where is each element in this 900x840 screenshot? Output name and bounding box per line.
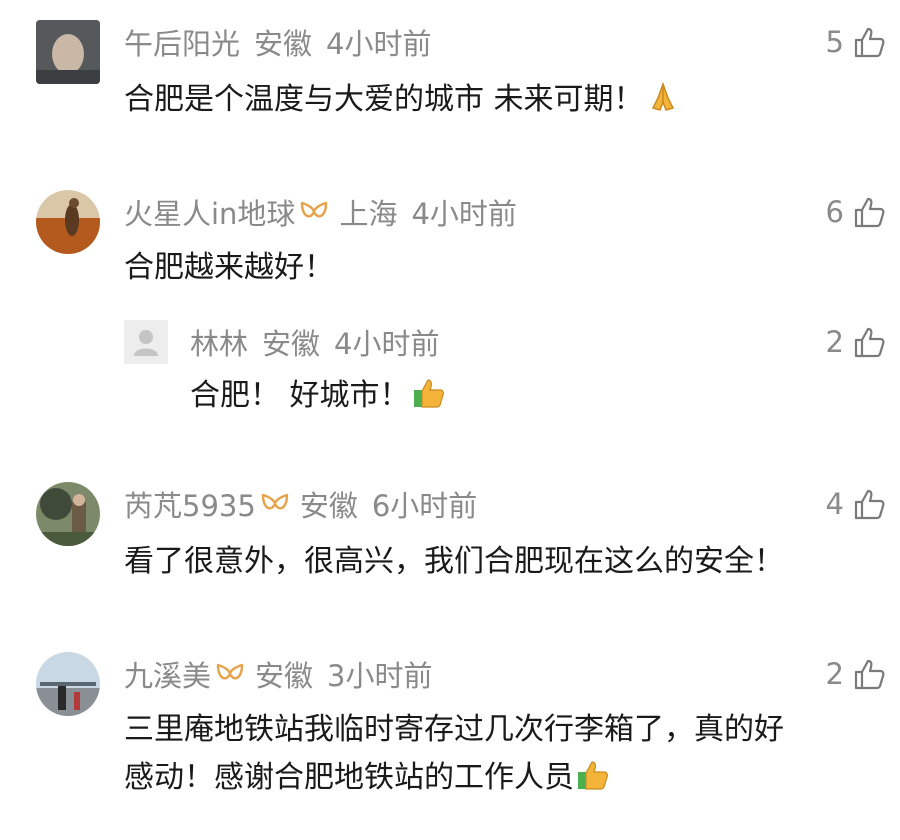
comment-text-line: 感动！感谢合肥地铁站的工作人员	[124, 754, 784, 802]
comment-text-line: 三里庵地铁站我临时寄存过几次行李箱了，真的好	[124, 712, 784, 747]
comment-meta: 芮芃5935 安徽 6小时前	[124, 484, 477, 524]
like-count: 5	[825, 25, 844, 59]
like-button[interactable]: 4	[826, 484, 886, 524]
like-count: 2	[825, 657, 844, 691]
gold-badge-icon	[261, 493, 289, 510]
avatar[interactable]	[36, 652, 100, 716]
location: 上海	[339, 197, 398, 231]
thumbs-up-outline-icon	[854, 327, 885, 358]
location: 安徽	[254, 27, 313, 61]
comment-text: 合肥是个温度与大爱的城市 未来可期！	[124, 76, 680, 124]
thumbs-up-outline-icon	[854, 489, 885, 520]
timestamp: 3小时前	[327, 659, 433, 693]
comment-meta: 林林 安徽 4小时前	[190, 322, 439, 362]
thumbs-up-emoji-icon	[413, 379, 444, 408]
username[interactable]: 火星人in地球	[124, 191, 295, 233]
location: 安徽	[262, 327, 321, 361]
comment-text: 看了很意外，很高兴，我们合肥现在这么的安全！	[124, 544, 784, 579]
thumbs-up-outline-icon	[854, 27, 885, 58]
gold-badge-icon	[216, 663, 244, 680]
comment-meta: 九溪美 安徽 3小时前	[124, 654, 432, 694]
default-avatar-icon[interactable]	[124, 320, 168, 364]
comment-text: 三里庵地铁站我临时寄存过几次行李箱了，真的好 感动！感谢合肥地铁站的工作人员	[124, 706, 784, 802]
username[interactable]: 芮芃5935	[124, 483, 256, 525]
avatar[interactable]	[36, 20, 100, 84]
like-count: 4	[825, 487, 844, 521]
like-button[interactable]: 5	[826, 22, 886, 62]
comment-meta: 火星人in地球 上海 4小时前	[124, 192, 517, 232]
timestamp: 4小时前	[326, 27, 432, 61]
like-count: 6	[825, 195, 844, 229]
folded-hands-icon	[651, 81, 674, 111]
comment-text: 合肥！ 好城市！	[190, 372, 446, 420]
avatar[interactable]	[36, 190, 100, 254]
username[interactable]: 林林	[190, 321, 248, 363]
like-button[interactable]: 2	[826, 322, 886, 362]
username[interactable]: 九溪美	[124, 653, 211, 695]
like-button[interactable]: 6	[826, 192, 886, 232]
avatar[interactable]	[36, 482, 100, 546]
comment-meta: 午后阳光 安徽 4小时前	[124, 22, 431, 62]
location: 安徽	[299, 489, 358, 523]
timestamp: 4小时前	[411, 197, 517, 231]
timestamp: 6小时前	[371, 489, 478, 523]
thumbs-up-emoji-icon	[578, 761, 608, 790]
gold-badge-icon	[301, 201, 328, 218]
like-button[interactable]: 2	[826, 654, 886, 694]
location: 安徽	[255, 659, 314, 693]
thumbs-up-outline-icon	[854, 197, 885, 228]
thumbs-up-outline-icon	[854, 659, 885, 690]
comment-text: 合肥越来越好！	[124, 250, 334, 285]
timestamp: 4小时前	[334, 327, 440, 361]
like-count: 2	[825, 325, 844, 359]
username[interactable]: 午后阳光	[124, 21, 240, 63]
